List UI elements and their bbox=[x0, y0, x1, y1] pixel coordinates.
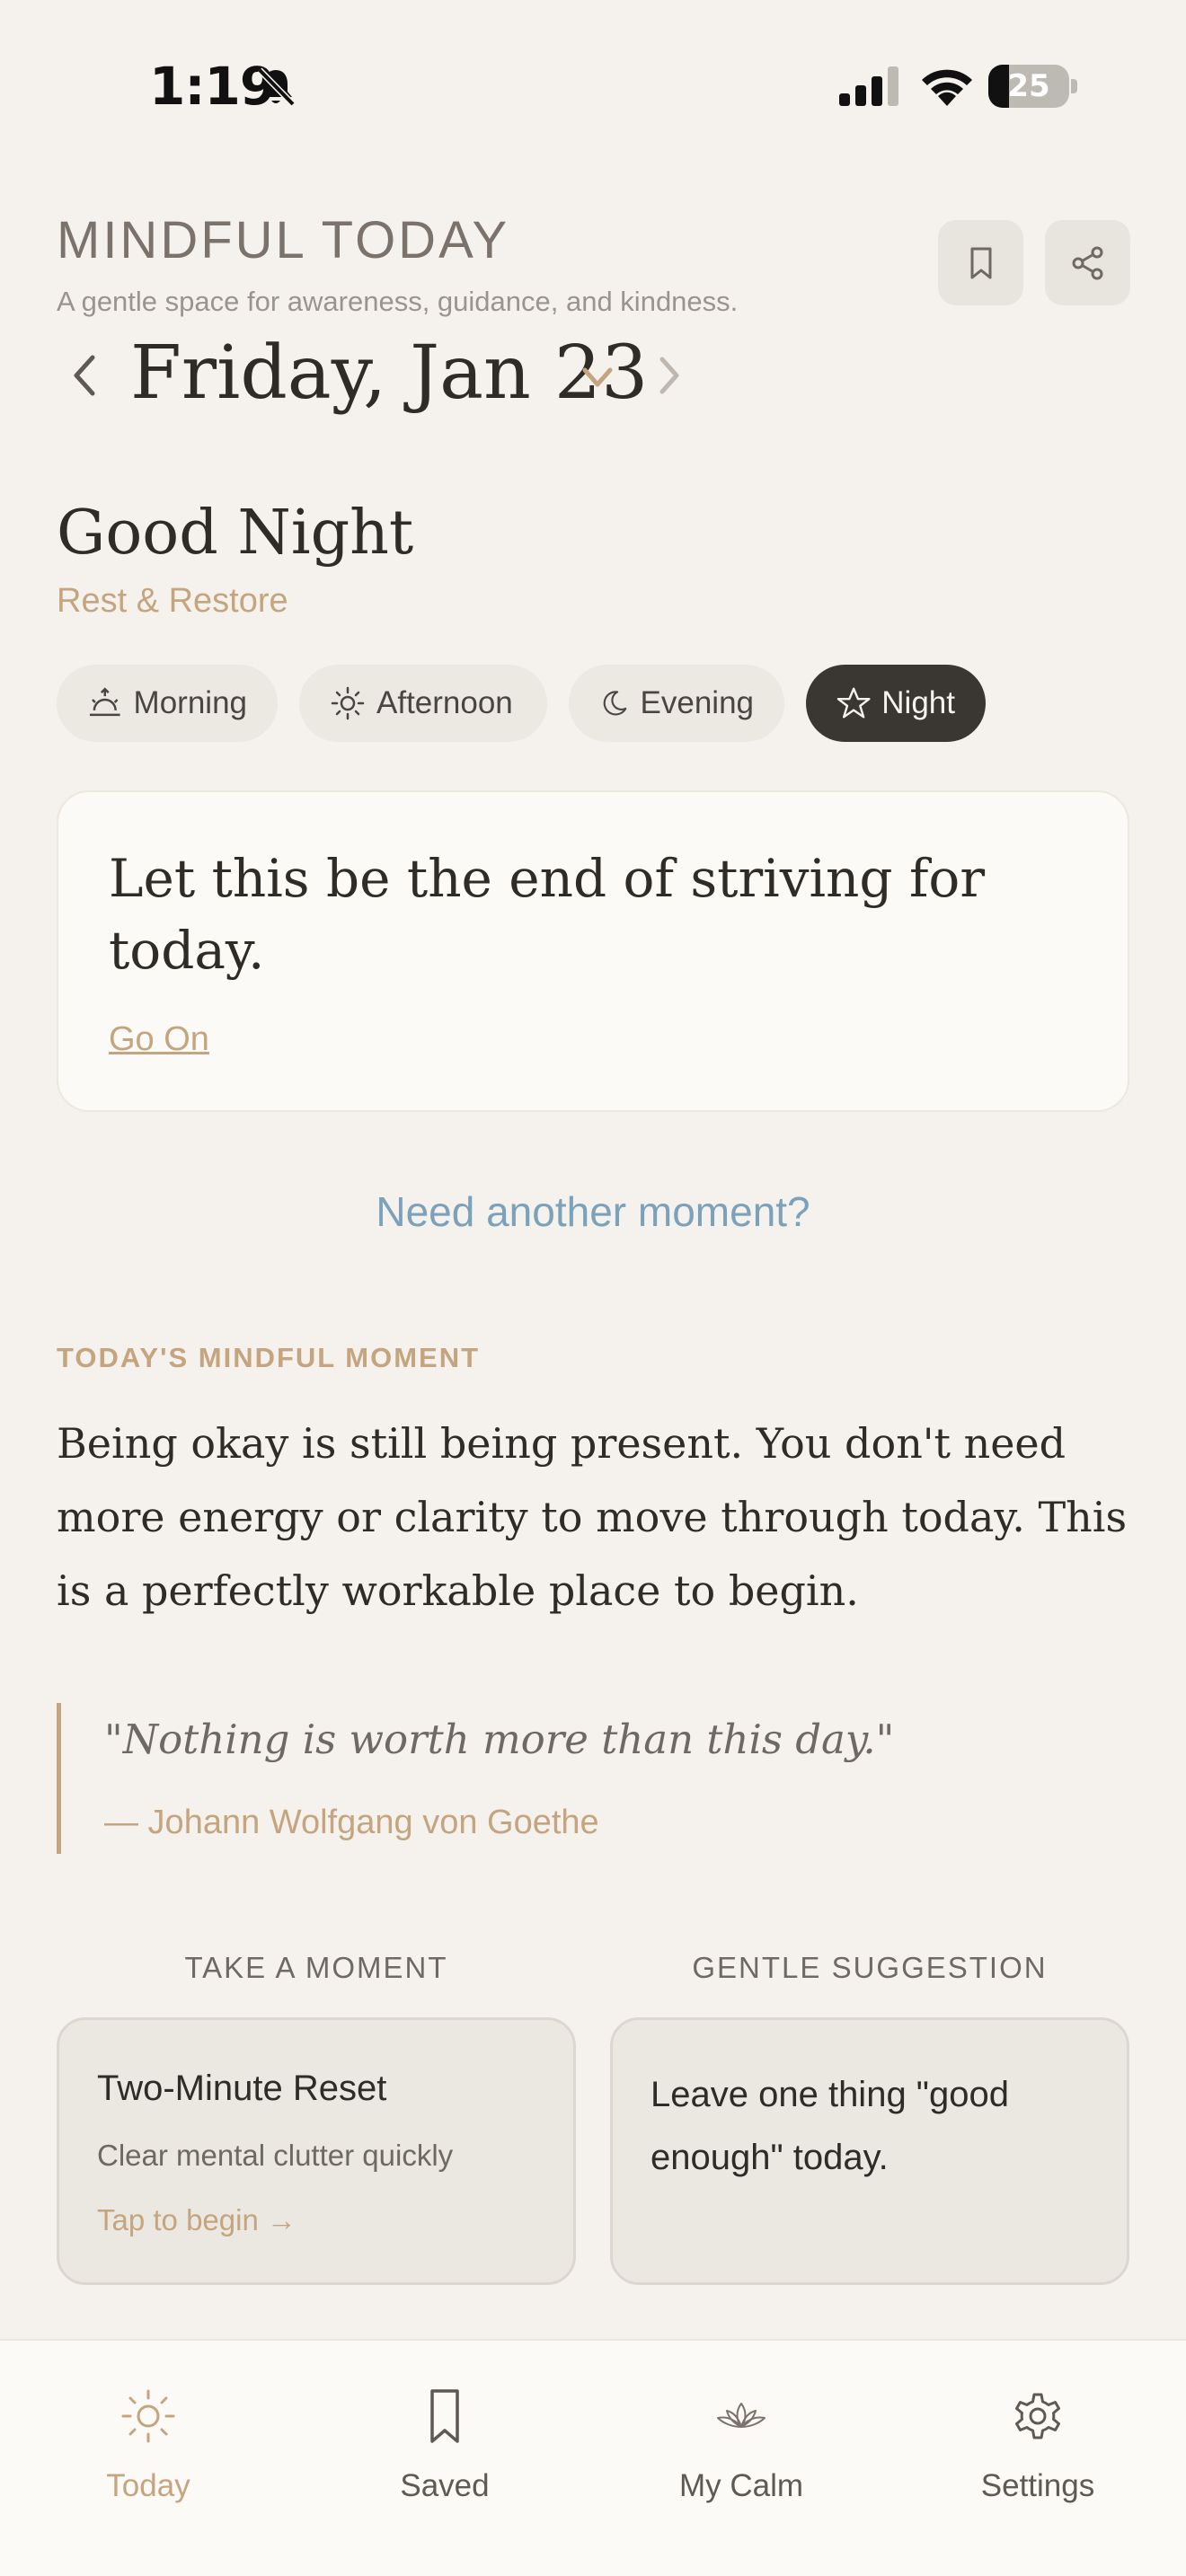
sun-icon bbox=[121, 2389, 175, 2443]
greeting-title: Good Night bbox=[57, 498, 414, 569]
sunrise-icon bbox=[89, 687, 120, 717]
chip-afternoon[interactable]: Afternoon bbox=[299, 665, 547, 742]
date-selector: Friday, Jan 23 bbox=[57, 331, 739, 420]
suggestion-text: Leave one thing "good enough" today. bbox=[651, 2075, 1009, 2177]
star-icon bbox=[836, 687, 871, 719]
chip-night[interactable]: Night bbox=[806, 665, 986, 742]
tab-my-calm-label: My Calm bbox=[678, 2468, 804, 2503]
current-date[interactable]: Friday, Jan 23 bbox=[130, 331, 648, 416]
blockquote: "Nothing is worth more than this day." —… bbox=[57, 1703, 1135, 1854]
bookmark-icon bbox=[430, 2389, 459, 2443]
time-of-day-selector: Morning Afternoon Evening Night bbox=[57, 665, 1135, 742]
share-button[interactable] bbox=[1045, 220, 1130, 305]
tab-my-calm[interactable]: My Calm bbox=[593, 2386, 890, 2529]
bell-muted-icon bbox=[257, 67, 296, 107]
two-minute-reset-card[interactable]: Two-Minute Reset Clear mental clutter qu… bbox=[57, 2017, 576, 2285]
tab-today[interactable]: Today bbox=[0, 2386, 296, 2529]
tab-settings[interactable]: Settings bbox=[890, 2386, 1186, 2529]
tab-saved-label: Saved bbox=[400, 2468, 490, 2503]
blockquote-text: "Nothing is worth more than this day." bbox=[104, 1716, 895, 1763]
blockquote-author: — Johann Wolfgang von Goethe bbox=[104, 1804, 599, 1841]
chip-night-label: Night bbox=[881, 685, 955, 720]
take-a-moment-label: TAKE A MOMENT bbox=[184, 1951, 448, 1984]
cellular-signal-icon bbox=[839, 66, 898, 106]
card-title: Two-Minute Reset bbox=[97, 2069, 387, 2108]
tab-saved[interactable]: Saved bbox=[296, 2386, 593, 2529]
wifi-icon bbox=[922, 69, 972, 106]
lotus-icon bbox=[717, 2403, 766, 2428]
app-title: MINDFUL TODAY bbox=[57, 211, 510, 269]
gentle-suggestion-card: Leave one thing "good enough" today. bbox=[610, 2017, 1129, 2285]
moon-icon bbox=[603, 691, 627, 716]
chip-afternoon-label: Afternoon bbox=[376, 685, 513, 720]
battery-body: 25 bbox=[988, 65, 1069, 108]
gentle-suggestion-label: GENTLE SUGGESTION bbox=[692, 1951, 1048, 1984]
chip-evening[interactable]: Evening bbox=[569, 665, 784, 742]
go-on-link[interactable]: Go On bbox=[109, 1020, 209, 1059]
tab-today-label: Today bbox=[106, 2468, 190, 2503]
chip-morning-label: Morning bbox=[133, 685, 247, 720]
quote-text: Let this be the end of striving for toda… bbox=[109, 848, 986, 981]
battery-cap bbox=[1071, 79, 1077, 93]
tab-settings-label: Settings bbox=[980, 2468, 1095, 2503]
tab-bar: Today Saved My Calm Settings bbox=[0, 2339, 1186, 2576]
share-icon bbox=[1072, 246, 1102, 279]
card-subtitle: Clear mental clutter quickly bbox=[97, 2139, 454, 2172]
bookmark-icon bbox=[970, 247, 991, 278]
battery-level: 25 bbox=[1007, 68, 1050, 104]
gear-icon bbox=[1015, 2393, 1060, 2439]
mindful-moment-text: Being okay is still being present. You d… bbox=[57, 1419, 1128, 1615]
bookmark-button[interactable] bbox=[938, 220, 1023, 305]
chip-evening-label: Evening bbox=[640, 685, 754, 720]
greeting-subtitle: Rest & Restore bbox=[57, 582, 288, 620]
sun-icon bbox=[331, 686, 365, 720]
quote-card: Let this be the end of striving for toda… bbox=[57, 790, 1129, 1112]
status-bar: 1:19 25 bbox=[0, 0, 1186, 171]
chevron-left-icon[interactable] bbox=[66, 350, 105, 401]
mindful-moment-label: TODAY'S MINDFUL MOMENT bbox=[57, 1342, 481, 1373]
chevron-down-icon[interactable] bbox=[578, 359, 617, 395]
mindful-today-screen: 1:19 25 MINDFUL TODAY A gentle space for… bbox=[0, 0, 1186, 2576]
tap-to-begin-link[interactable]: Tap to begin → bbox=[97, 2203, 296, 2237]
chevron-right-icon[interactable] bbox=[653, 352, 686, 399]
another-moment-link[interactable]: Need another moment? bbox=[0, 1187, 1186, 1236]
app-subtitle: A gentle space for awareness, guidance, … bbox=[57, 286, 739, 317]
battery-indicator: 25 bbox=[988, 65, 1078, 108]
chip-morning[interactable]: Morning bbox=[57, 665, 278, 742]
